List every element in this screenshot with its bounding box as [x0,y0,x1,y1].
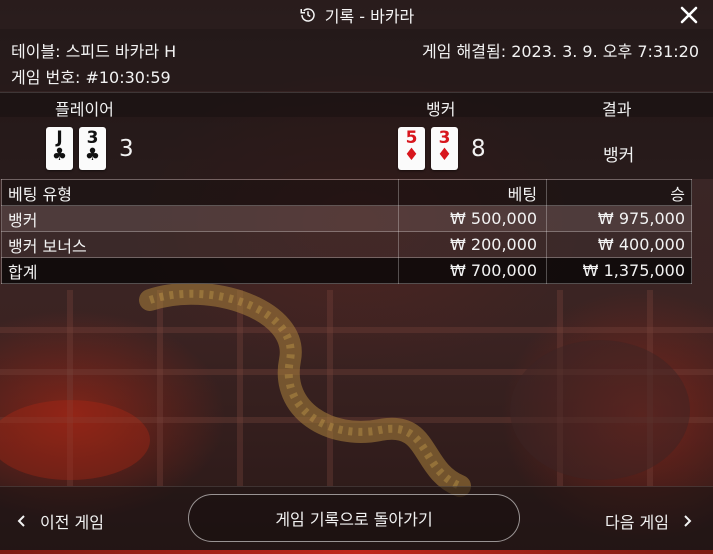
chevron-right-icon [684,515,692,527]
total-bet-cell: ₩ 700,000 [398,257,548,284]
banker-score: 8 [471,136,486,162]
table-header-row: 베팅 유형 베팅 승 [0,179,692,206]
club-icon: ♣ [84,145,101,165]
win-amount-cell: ₩ 975,000 [546,205,692,232]
previous-game-button[interactable]: 이전 게임 [16,509,104,533]
table-row: 뱅커 ₩ 500,000 ₩ 975,000 [0,205,692,232]
banker-card-1: 5 ♦ [398,127,425,170]
col-bet-type: 베팅 유형 [0,179,400,206]
player-card-1: J ♣ [46,127,73,170]
total-win-cell: ₩ 1,375,000 [546,257,692,284]
game-number: 게임 번호: #10:30:59 [11,68,171,87]
club-icon: ♣ [51,145,68,165]
title-bar: 기록 - 바카라 [0,0,713,29]
bet-type-cell: 뱅커 [0,205,400,232]
cards-row: J ♣ 3 ♣ 3 5 ♦ 3 ♦ 8 뱅커 [0,117,713,179]
col-win: 승 [546,179,692,206]
bet-amount-cell: ₩ 500,000 [398,205,548,232]
previous-game-label: 이전 게임 [40,513,104,532]
chevron-left-icon [17,515,25,527]
result-value: 뱅커 [603,146,635,166]
player-card-2: 3 ♣ [79,127,106,170]
win-amount-cell: ₩ 400,000 [546,231,692,258]
game-info: 테이블: 스피드 바카라 H 게임 해결됨: 2023. 3. 9. 오후 7:… [0,29,713,91]
player-score: 3 [119,136,134,162]
back-to-history-button[interactable]: 게임 기록으로 돌아가기 [188,494,520,542]
diamond-icon: ♦ [436,145,453,165]
close-icon[interactable] [677,3,701,27]
total-label-cell: 합계 [0,257,400,284]
diamond-icon: ♦ [403,145,420,165]
next-game-label: 다음 게임 [605,513,669,532]
bet-amount-cell: ₩ 200,000 [398,231,548,258]
bottom-accent-strip [0,550,713,554]
page-title: 기록 - 바카라 [324,6,415,26]
table-name: 테이블: 스피드 바카라 H [11,42,177,61]
footer-nav: 이전 게임 게임 기록으로 돌아가기 다음 게임 [0,486,713,550]
banker-card-2: 3 ♦ [431,127,458,170]
next-game-button[interactable]: 다음 게임 [605,509,693,533]
history-icon [300,7,315,22]
bets-table: 베팅 유형 베팅 승 뱅커 ₩ 500,000 ₩ 975,000 뱅커 보너스… [0,179,692,284]
cards-header: 플레이어 뱅커 결과 [0,92,713,119]
total-row: 합계 ₩ 700,000 ₩ 1,375,000 [0,257,692,284]
col-bet: 베팅 [398,179,548,206]
bet-type-cell: 뱅커 보너스 [0,231,400,258]
back-to-history-label: 게임 기록으로 돌아가기 [275,510,433,529]
resolved-time: 게임 해결됨: 2023. 3. 9. 오후 7:31:20 [422,42,699,61]
table-row: 뱅커 보너스 ₩ 200,000 ₩ 400,000 [0,231,692,258]
